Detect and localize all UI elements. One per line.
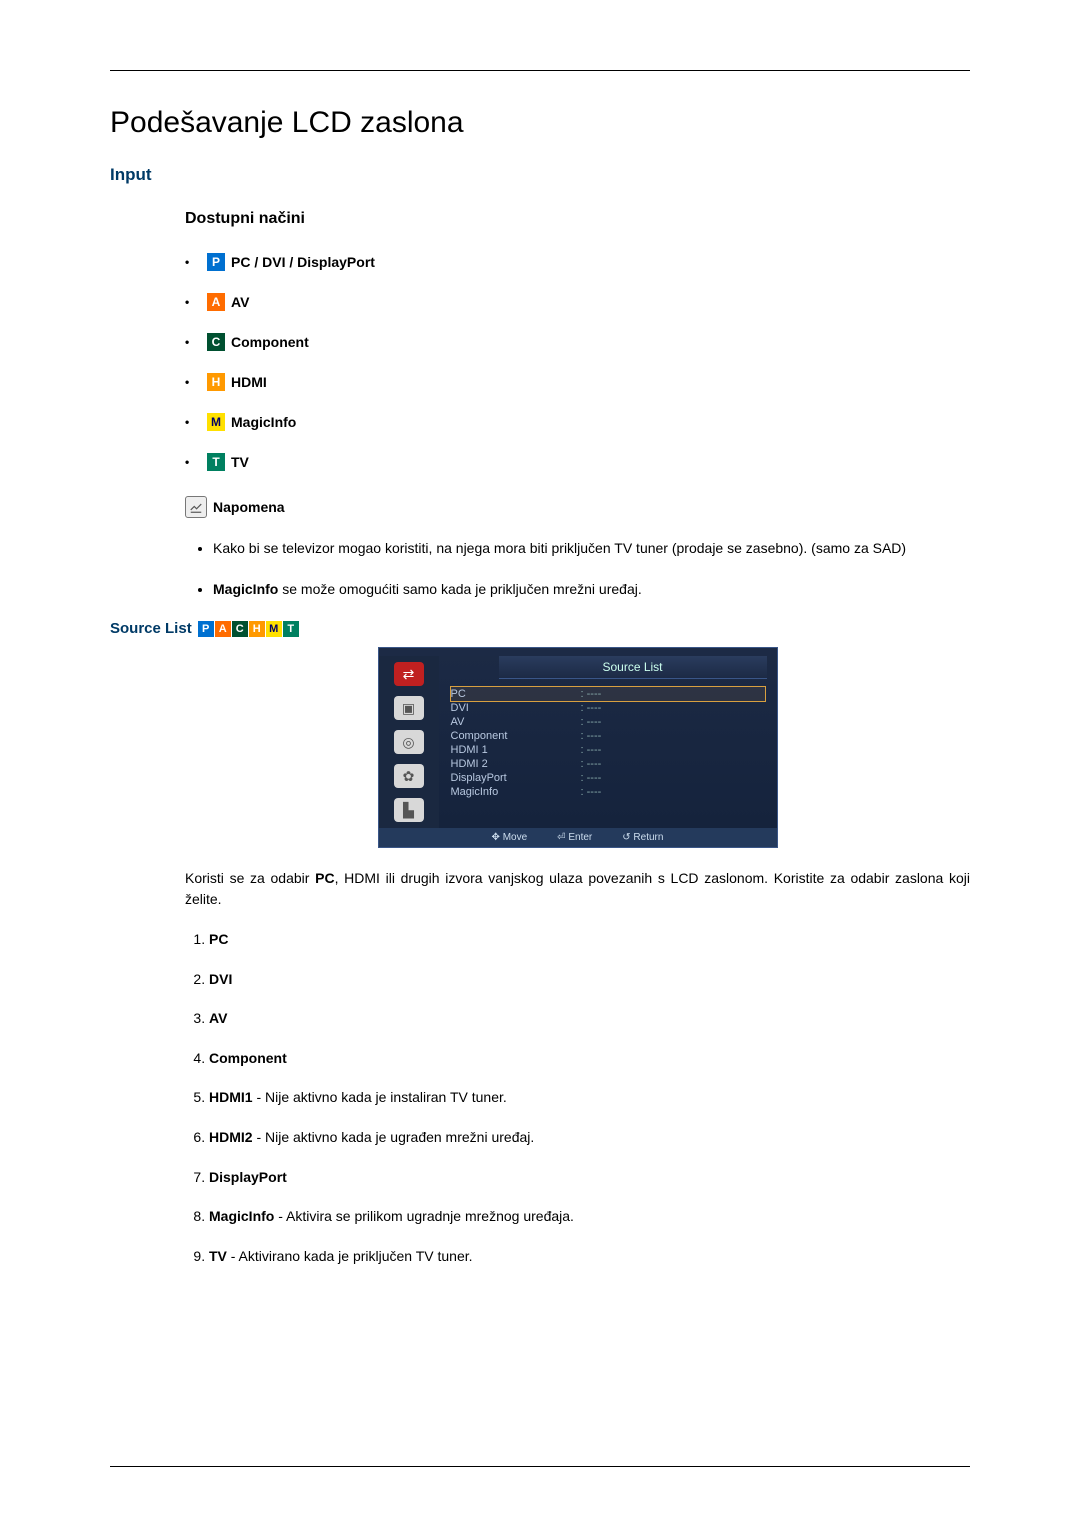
source-numbered-list: PC DVI AV Component HDMI1 - Nije aktivno… xyxy=(185,930,970,1266)
osd-foot-move: ✥ Move xyxy=(492,832,528,843)
osd-row-val: : ---- xyxy=(581,716,602,728)
osd-row-val: : ---- xyxy=(581,702,602,714)
osd-side-icon: ▣ xyxy=(394,696,424,720)
note-heading: Napomena xyxy=(185,496,970,518)
osd-footer: ✥ Move ⏎ Enter ↺ Return xyxy=(379,828,777,847)
m-icon: M xyxy=(266,621,282,637)
p-icon: P xyxy=(198,621,214,637)
osd-row: DVI: ---- xyxy=(451,701,765,715)
osd-side-icon: ✿ xyxy=(394,764,424,788)
a-icon: A xyxy=(215,621,231,637)
osd-row: DisplayPort: ---- xyxy=(451,771,765,785)
m-icon: M xyxy=(207,413,225,431)
list-item: DVI xyxy=(209,970,970,990)
mode-label: HDMI xyxy=(231,374,267,390)
osd-title: Source List xyxy=(499,656,767,679)
osd-row-name: MagicInfo xyxy=(451,786,581,798)
list-item: AV xyxy=(209,1009,970,1029)
note-block: Napomena Kako bi se televizor mogao kori… xyxy=(185,496,970,600)
bottom-rule xyxy=(110,1466,970,1467)
t-icon: T xyxy=(283,621,299,637)
osd-sidebar: ⇄ ▣ ◎ ✿ ▙ xyxy=(379,656,439,828)
a-icon: A xyxy=(207,293,225,311)
osd-row-val: : ---- xyxy=(581,744,602,756)
mode-label: AV xyxy=(231,294,249,310)
osd-row-val: : ---- xyxy=(581,772,602,784)
top-rule xyxy=(110,70,970,71)
p-icon: P xyxy=(207,253,225,271)
osd-side-icon: ⇄ xyxy=(394,662,424,686)
mode-label: Component xyxy=(231,334,309,350)
source-list-label: Source List xyxy=(110,620,192,637)
osd-row-val: : ---- xyxy=(581,758,602,770)
osd-foot-return: ↺ Return xyxy=(622,832,663,843)
list-item: DisplayPort xyxy=(209,1168,970,1188)
osd-screenshot: ⇄ ▣ ◎ ✿ ▙ Source List PC : ---- DVI: ---… xyxy=(185,647,970,848)
osd-row: HDMI 1: ---- xyxy=(451,743,765,757)
t-icon: T xyxy=(207,453,225,471)
mode-item-av: A AV xyxy=(185,293,970,311)
c-icon: C xyxy=(207,333,225,351)
osd-row-name: HDMI 2 xyxy=(451,758,581,770)
note-item: Kako bi se televizor mogao koristiti, na… xyxy=(213,538,970,559)
osd-row: HDMI 2: ---- xyxy=(451,757,765,771)
mode-item-pc: P PC / DVI / DisplayPort xyxy=(185,253,970,271)
document-page: Podešavanje LCD zaslona Input Dostupni n… xyxy=(0,0,1080,1527)
osd-row-name: DisplayPort xyxy=(451,772,581,784)
osd-row: MagicInfo: ---- xyxy=(451,785,765,799)
list-item: HDMI1 - Nije aktivno kada je instaliran … xyxy=(209,1088,970,1108)
osd-row-val: : ---- xyxy=(581,730,602,742)
note-label: Napomena xyxy=(213,499,285,515)
osd-foot-enter: ⏎ Enter xyxy=(557,832,592,843)
mode-label: PC / DVI / DisplayPort xyxy=(231,254,375,270)
h-icon: H xyxy=(249,621,265,637)
mode-label: TV xyxy=(231,454,249,470)
note-icon xyxy=(185,496,207,518)
osd-row-name: AV xyxy=(451,716,581,728)
c-icon: C xyxy=(232,621,248,637)
osd-row-selected: PC : ---- xyxy=(451,687,765,701)
mode-item-tv: T TV xyxy=(185,453,970,471)
osd-side-icon: ▙ xyxy=(394,798,424,822)
osd-row: Component: ---- xyxy=(451,729,765,743)
note-text: se može omogućiti samo kada je priključe… xyxy=(278,581,641,597)
osd-row-name: Component xyxy=(451,730,581,742)
osd-row-name: DVI xyxy=(451,702,581,714)
icon-strip: P A C H M T xyxy=(198,621,300,637)
osd-row-val: : ---- xyxy=(581,688,602,700)
osd-panel: ⇄ ▣ ◎ ✿ ▙ Source List PC : ---- DVI: ---… xyxy=(378,647,778,848)
list-item: Component xyxy=(209,1049,970,1069)
list-item: HDMI2 - Nije aktivno kada je ugrađen mre… xyxy=(209,1128,970,1148)
list-item: PC xyxy=(209,930,970,950)
h-icon: H xyxy=(207,373,225,391)
note-item: MagicInfo se može omogućiti samo kada je… xyxy=(213,579,970,600)
source-desc: Koristi se za odabir PC, HDMI ili drugih… xyxy=(185,868,970,910)
section-heading-source-list: Source List P A C H M T xyxy=(110,620,970,637)
page-title: Podešavanje LCD zaslona xyxy=(110,106,970,140)
osd-row: AV: ---- xyxy=(451,715,765,729)
section-heading-input: Input xyxy=(110,165,970,185)
osd-row-name: PC xyxy=(451,688,581,700)
mode-label: MagicInfo xyxy=(231,414,296,430)
mode-item-component: C Component xyxy=(185,333,970,351)
mode-item-magicinfo: M MagicInfo xyxy=(185,413,970,431)
osd-side-icon: ◎ xyxy=(394,730,424,754)
subheading-modes: Dostupni načini xyxy=(185,210,970,228)
notes-list: Kako bi se televizor mogao koristiti, na… xyxy=(185,538,970,600)
list-item: TV - Aktivirano kada je priključen TV tu… xyxy=(209,1247,970,1267)
osd-row-name: HDMI 1 xyxy=(451,744,581,756)
note-bold: MagicInfo xyxy=(213,581,278,597)
osd-list: PC : ---- DVI: ---- AV: ---- Component: … xyxy=(439,679,777,807)
mode-item-hdmi: H HDMI xyxy=(185,373,970,391)
osd-row-val: : ---- xyxy=(581,786,602,798)
modes-list: P PC / DVI / DisplayPort A AV C Componen… xyxy=(185,253,970,471)
list-item: MagicInfo - Aktivira se prilikom ugradnj… xyxy=(209,1207,970,1227)
